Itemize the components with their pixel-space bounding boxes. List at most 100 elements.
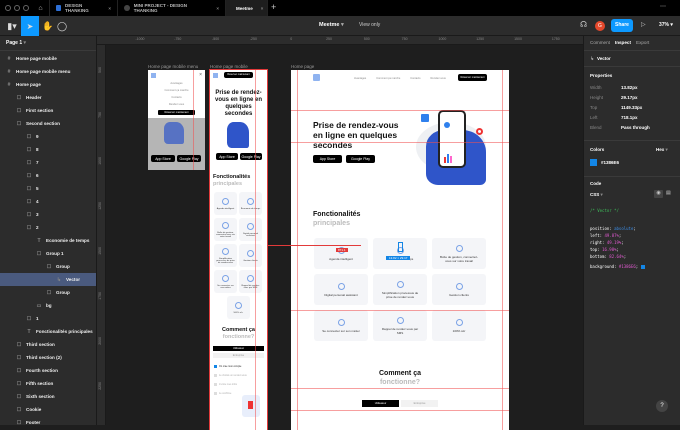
main-menu-button[interactable]: ▮▾	[3, 16, 21, 36]
color-swatch[interactable]	[590, 159, 597, 166]
tab-utilisateur[interactable]: Utilisateur	[213, 346, 264, 351]
feature-card[interactable]: Rappel de rendez-vous par SMS	[239, 270, 262, 293]
close-icon[interactable]: ×	[216, 6, 219, 11]
home-tab[interactable]: ⌂	[32, 0, 50, 16]
feature-card[interactable]: Se connecter sur son métier	[214, 270, 237, 293]
tab-export[interactable]: Export	[636, 40, 649, 45]
layer-row[interactable]: ☐ Group	[0, 260, 96, 273]
layer-row[interactable]: ☐ 9	[0, 130, 96, 143]
code-view-icon[interactable]: ◉	[654, 190, 663, 198]
feature-card[interactable]: 100% sûr	[226, 296, 250, 319]
layer-row[interactable]: # Home page mobile menu	[0, 65, 96, 78]
step-item[interactable]: On crée mon compte	[214, 365, 241, 368]
layer-row[interactable]: ☐ Group	[0, 286, 96, 299]
selected-vector[interactable]	[398, 242, 403, 252]
layer-row[interactable]: ↳ Vector	[0, 273, 96, 286]
audio-headphones-icon[interactable]: ☊	[580, 20, 587, 29]
app-store-badge[interactable]: App Store	[313, 155, 342, 163]
copy-code-icon[interactable]: ▤	[666, 190, 671, 196]
cta-button[interactable]: Réserver maintenant	[158, 110, 195, 115]
close-icon[interactable]: ×	[108, 6, 111, 11]
layer-row[interactable]: T Fonctionalités principales	[0, 325, 96, 338]
frame-label[interactable]: Home page mobile	[210, 64, 248, 69]
file-name-menu[interactable]: Meetme ▾	[319, 22, 344, 28]
layer-row[interactable]: ☐ 8	[0, 143, 96, 156]
google-play-badge[interactable]: Google Play	[346, 155, 375, 163]
new-tab-button[interactable]: +	[271, 2, 276, 12]
feature-card[interactable]: Boîte de gestion, connectez-vous sur vot…	[432, 238, 486, 269]
feature-card[interactable]: Simplification processus de prise de ren…	[214, 244, 237, 267]
close-icon[interactable]: ×	[199, 72, 202, 78]
window-controls[interactable]	[5, 5, 29, 11]
google-play-badge[interactable]: Google Play	[240, 153, 262, 160]
code-language-select[interactable]: CSS ▾	[590, 192, 603, 198]
feature-card[interactable]: Boîte de gestion, connectez-vous sur vot…	[214, 218, 237, 241]
zoom-menu[interactable]: 37% ▾	[659, 22, 673, 28]
layer-row[interactable]: ☐ Header	[0, 91, 96, 104]
tab-entreprise[interactable]: Entreprise	[213, 353, 264, 358]
layer-row[interactable]: ☐ First section	[0, 104, 96, 117]
layer-row[interactable]: ☐ 1	[0, 312, 96, 325]
more-icon[interactable]: ⋯	[660, 3, 666, 10]
layer-row[interactable]: ☐ 3	[0, 208, 96, 221]
property-value[interactable]: 13.82px	[621, 85, 638, 90]
tab-comment[interactable]: Comment	[590, 40, 610, 45]
app-store-badge[interactable]: App Store	[151, 155, 175, 162]
page-selector[interactable]: Page 1 ▾	[6, 40, 26, 46]
layer-row[interactable]: ☐ 6	[0, 169, 96, 182]
layer-row[interactable]: ☐ Group 1	[0, 247, 96, 260]
frame-home-page-mobile[interactable]: Réserver maintenant Prise de rendez-vous…	[209, 69, 268, 430]
feature-card[interactable]: 100% sûr	[432, 310, 486, 341]
property-value[interactable]: Pass through	[621, 125, 650, 130]
layer-row[interactable]: ☐ 2	[0, 221, 96, 234]
layer-row[interactable]: ☐ Fourth section	[0, 364, 96, 377]
menu-item[interactable]: Comment ça marche	[164, 89, 188, 92]
step-item[interactable]: Je choisis un rendez-vous	[214, 374, 247, 377]
avatar[interactable]: G	[595, 21, 605, 31]
google-play-badge[interactable]: Google Play	[177, 155, 201, 162]
feature-card[interactable]: Gestion clients	[239, 244, 262, 267]
color-format-select[interactable]: Hex ▾	[656, 147, 668, 153]
frame-home-page[interactable]: Avantages Comment ça marche Contacts Rendez…	[291, 70, 509, 430]
help-button[interactable]: ?	[656, 400, 668, 412]
nav-link[interactable]: Contacts	[410, 77, 420, 80]
layer-row[interactable]: ☐ Third section	[0, 338, 96, 351]
property-value[interactable]: 718.1px	[621, 115, 638, 120]
move-tool-button[interactable]: ➤	[21, 16, 39, 36]
share-button[interactable]: Share	[611, 19, 633, 32]
cta-button[interactable]: Réserver maintenant	[458, 74, 487, 81]
feature-card[interactable]: Simplification processus de prise de ren…	[373, 274, 427, 305]
layer-row[interactable]: # Home page	[0, 78, 96, 91]
nav-link[interactable]: Avantages	[354, 77, 366, 80]
layer-row[interactable]: ☐ Third section (2)	[0, 351, 96, 364]
tab-meetme[interactable]: Meetme ×	[226, 0, 268, 16]
property-value[interactable]: 29.17px	[621, 95, 638, 100]
layer-row[interactable]: ▭ bg	[0, 299, 96, 312]
layer-row[interactable]: ☐ Fifth section	[0, 377, 96, 390]
layer-row[interactable]: ☐ Sixth section	[0, 390, 96, 403]
feature-card[interactable]: Gestion clients	[432, 274, 486, 305]
layer-row[interactable]: ☐ Second section	[0, 117, 96, 130]
layer-row[interactable]: ☐ Cookie	[0, 403, 96, 416]
layer-row[interactable]: ☐ Footer	[0, 416, 96, 429]
menu-item[interactable]: Avantages	[170, 82, 182, 85]
layer-row[interactable]: ☐ 5	[0, 182, 96, 195]
feature-card[interactable]: Rappel de rendez-vous par SMS	[373, 310, 427, 341]
nav-link[interactable]: Rendez-vous	[431, 77, 446, 80]
app-store-badge[interactable]: App Store	[216, 153, 238, 160]
feature-card[interactable]: Économie de temps	[239, 192, 262, 215]
tab-entreprise[interactable]: Entreprise	[401, 400, 438, 407]
step-item[interactable]: J'entre mes infos	[214, 383, 237, 386]
frame-label[interactable]: Home page mobile menu	[148, 64, 198, 69]
tab-inspect[interactable]: Inspect	[615, 40, 631, 45]
layer-row[interactable]: ☐ 7	[0, 156, 96, 169]
menu-item[interactable]: Contacts	[171, 96, 181, 99]
step-item[interactable]: Je confirme	[214, 392, 231, 395]
cta-button[interactable]: Réserver maintenant	[224, 72, 253, 78]
layer-row[interactable]: T Economie de temps	[0, 234, 96, 247]
property-value[interactable]: 1149.33px	[621, 105, 642, 110]
feature-card[interactable]: Agenda intelligent	[314, 238, 368, 269]
tab-utilisateur[interactable]: Utilisateur	[362, 400, 399, 407]
nav-link[interactable]: Comment ça marche	[376, 77, 400, 80]
comment-tool-button[interactable]: ◯	[53, 16, 71, 36]
